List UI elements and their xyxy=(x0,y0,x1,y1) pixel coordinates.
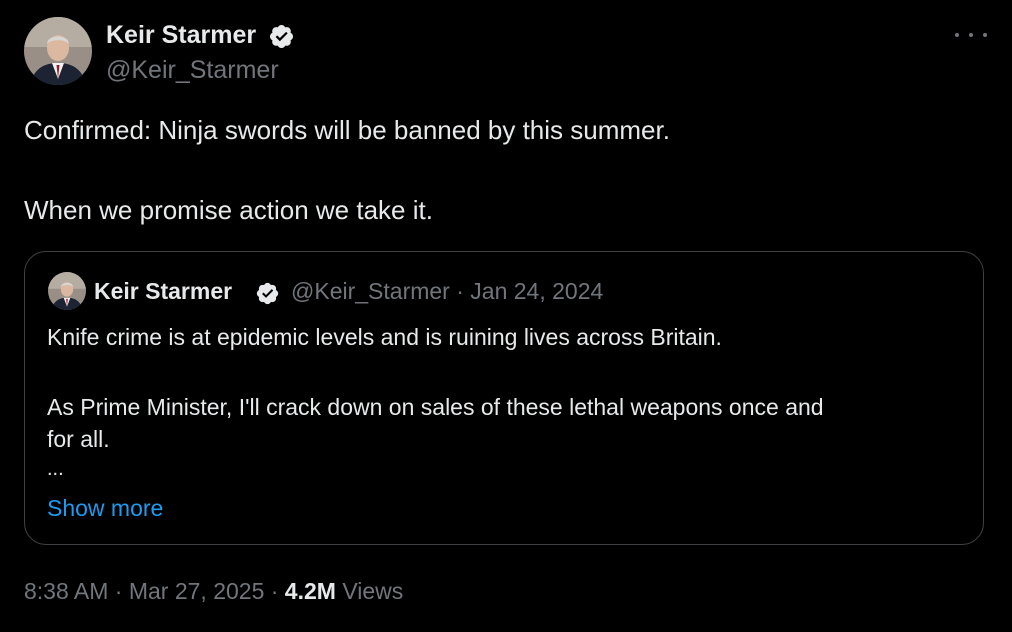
quoted-text-line-2: As Prime Minister, I'll crack down on sa… xyxy=(47,394,824,420)
tweet: Keir Starmer @Keir_Starmer Confirmed: Ni… xyxy=(0,0,1012,632)
tweet-footer: 8:38 AM · Mar 27, 2025 · 4.2M Views xyxy=(24,575,403,607)
quoted-author-name: Keir Starmer xyxy=(94,278,233,304)
quoted-text-line-1: Knife crime is at epidemic levels and is… xyxy=(47,324,722,350)
tweet-text-line-2: When we promise action we take it. xyxy=(24,195,433,225)
quoted-verified-badge-icon xyxy=(255,281,280,306)
verified-badge-icon xyxy=(268,23,295,50)
quoted-author-avatar xyxy=(48,272,86,310)
quoted-tweet-card[interactable]: Keir Starmer @Keir_Starmer · Jan 24, 202… xyxy=(24,251,984,545)
show-more-link[interactable]: Show more xyxy=(47,492,163,524)
tweet-text-line-1: Confirmed: Ninja swords will be banned b… xyxy=(24,115,670,145)
views-count[interactable]: 4.2M xyxy=(285,578,336,604)
views-label: Views xyxy=(335,578,404,604)
author-handle[interactable]: @Keir_Starmer xyxy=(106,53,279,87)
more-options-icon[interactable] xyxy=(955,22,987,48)
quoted-handle-and-date: @Keir_Starmer · Jan 24, 2024 xyxy=(291,278,604,304)
timestamp[interactable]: 8:38 AM · Mar 27, 2025 · xyxy=(24,578,285,604)
quoted-text-ellipsis: ... xyxy=(47,458,64,480)
quoted-text-line-3: for all. xyxy=(47,426,110,452)
author-avatar[interactable] xyxy=(24,17,92,85)
author-name[interactable]: Keir Starmer xyxy=(106,18,256,52)
